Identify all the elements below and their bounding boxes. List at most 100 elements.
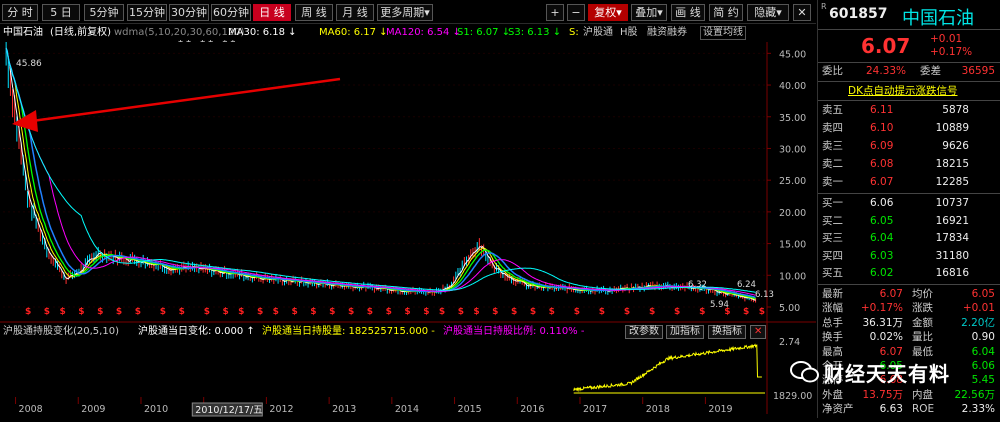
signal-marker: $ bbox=[135, 307, 141, 317]
period-tab-30min[interactable]: 30分钟 bbox=[169, 4, 209, 21]
signal-marker: $ bbox=[238, 307, 244, 317]
settings-ma-button[interactable]: 设置均线 bbox=[700, 26, 746, 40]
price-mark-label: 6.32 bbox=[688, 280, 707, 290]
period-toolbar: 分 时 5 日 5分钟 15分钟 30分钟 60分钟 日 线 周 线 月 线 更… bbox=[0, 0, 816, 24]
zoom-in-button[interactable]: + bbox=[546, 4, 564, 21]
x-tick-label: 2014 bbox=[395, 404, 419, 415]
stat-label: ROE bbox=[912, 403, 935, 416]
ask-price: 6.08 bbox=[870, 158, 894, 170]
close-indicator-icon[interactable]: ✕ bbox=[750, 325, 767, 339]
overlay-button[interactable]: 叠加▾ bbox=[631, 4, 667, 21]
period-tab-5min[interactable]: 5分钟 bbox=[84, 4, 124, 21]
overlay-label: 叠加 bbox=[635, 6, 658, 19]
switch-indicator-button[interactable]: 换指标 bbox=[708, 325, 746, 339]
chart-mode: (日线,前复权) bbox=[50, 27, 111, 38]
adjust-rights-button[interactable]: 复权▾ bbox=[588, 4, 628, 21]
bid-label: 买二 bbox=[822, 214, 843, 227]
signal-marker: $ bbox=[78, 307, 84, 317]
bid-volume: 31180 bbox=[935, 249, 969, 262]
hugu-tab[interactable]: 沪股通 bbox=[583, 26, 613, 40]
ask-row: 卖四 6.10 10889 bbox=[818, 121, 1000, 136]
signal-marker: $ bbox=[386, 307, 392, 317]
signal-marker: $ bbox=[624, 307, 630, 317]
period-tab-5day[interactable]: 5 日 bbox=[42, 4, 80, 21]
x-tick-label: 2017 bbox=[583, 404, 607, 415]
period-tab-daily[interactable]: 日 线 bbox=[253, 4, 291, 21]
bid-row: 买二 6.05 16921 bbox=[818, 214, 1000, 229]
price-change-pct: +0.17% bbox=[930, 46, 973, 58]
bid-price: 6.02 bbox=[870, 267, 894, 279]
zoom-out-button[interactable]: − bbox=[567, 4, 585, 21]
rzrq-tab[interactable]: 融资融券 bbox=[647, 26, 687, 40]
period-tab-monthly[interactable]: 月 线 bbox=[336, 4, 374, 21]
ask-row: 卖五 6.11 5878 bbox=[818, 103, 1000, 118]
add-indicator-button[interactable]: 加指标 bbox=[666, 325, 704, 339]
stat-label: 最新 bbox=[822, 288, 843, 300]
draw-line-button[interactable]: 画 线 bbox=[671, 4, 705, 21]
price-mark-label: 5.94 bbox=[710, 300, 729, 310]
s1-value: S1: 6.07 ↓ bbox=[457, 27, 511, 38]
signal-marker: $ bbox=[759, 307, 765, 317]
x-tick-label: 2013 bbox=[332, 404, 356, 415]
signal-marker: $ bbox=[599, 307, 605, 317]
chevron-down-icon: ▾ bbox=[776, 6, 782, 19]
y-tick-label: 10.00 bbox=[779, 271, 806, 282]
stat-value: 0.02% bbox=[869, 331, 903, 344]
indicator-holdings: 沪股通当日持股量: 182525715.000 - bbox=[262, 326, 435, 337]
stat-value: 2.33% bbox=[961, 403, 995, 416]
main-price-chart[interactable]: $ $ $ $ $ $ $ $ $ $ $ $ $ $ $ $ $ $ $ $ $ $ $ $ $ $ $ $ $ $ $ $ $ $ $ $ $ $6.… bbox=[0, 42, 816, 422]
ask-price: 6.07 bbox=[870, 176, 894, 188]
signal-marker: $ bbox=[574, 307, 580, 317]
stat-row: 涨幅 +0.17% 涨跌 +0.01 bbox=[818, 301, 1000, 316]
webi-label: 委比 bbox=[822, 65, 843, 77]
signal-link[interactable]: DK点自动提示涨跌信号 bbox=[848, 83, 957, 98]
chart-info-line: 中国石油 (日线,前复权) wdma(5,10,20,30,60,120) MA… bbox=[0, 26, 816, 50]
ma60-value: MA60: 6.17 ↓ bbox=[319, 27, 388, 38]
last-price: 6.07 bbox=[861, 34, 911, 58]
signal-marker: $ bbox=[44, 307, 50, 317]
stat-label: 换手 bbox=[822, 331, 843, 344]
signal-marker: $ bbox=[492, 307, 498, 317]
ask-row: 卖三 6.09 9626 bbox=[818, 139, 1000, 154]
period-tab-15min[interactable]: 15分钟 bbox=[127, 4, 167, 21]
stat-value: 13.75万 bbox=[862, 388, 903, 401]
bid-price: 6.05 bbox=[870, 214, 894, 227]
ask-row: 卖一 6.07 12285 bbox=[818, 175, 1000, 190]
period-tab-weekly[interactable]: 周 线 bbox=[295, 4, 333, 21]
signal-marker: $ bbox=[530, 307, 536, 317]
watermark: 财经天天有料 bbox=[790, 354, 990, 390]
indicator-info-row: 沪股通持股变化(20,5,10) 沪股通当日变化: 0.000 ↑ 沪股通当日持… bbox=[0, 325, 770, 339]
price-change: +0.01 bbox=[930, 33, 963, 45]
period-tab-60min[interactable]: 60分钟 bbox=[211, 4, 251, 21]
change-params-button[interactable]: 改参数 bbox=[625, 325, 663, 339]
hgu-tab[interactable]: H股 bbox=[620, 26, 638, 40]
stock-code: 601857 bbox=[829, 6, 888, 22]
close-icon[interactable]: ✕ bbox=[793, 4, 811, 21]
ask-price: 6.11 bbox=[870, 104, 894, 116]
period-tab-fenshi[interactable]: 分 时 bbox=[2, 4, 38, 21]
high-price-label: 45.86 bbox=[16, 59, 42, 69]
x-tick-label: 2008 bbox=[19, 404, 43, 415]
signal-marker: $ bbox=[404, 307, 410, 317]
signal-marker: $ bbox=[743, 307, 749, 317]
period-tab-more[interactable]: 更多周期▾ bbox=[377, 4, 433, 21]
signal-marker: $ bbox=[273, 307, 279, 317]
price-mark-label: 6.24 bbox=[737, 280, 756, 290]
stat-label: 总手 bbox=[822, 316, 843, 329]
signal-marker: $ bbox=[310, 307, 316, 317]
ask-row: 卖二 6.08 18215 bbox=[818, 157, 1000, 172]
signal-marker: $ bbox=[423, 307, 429, 317]
hide-label: 隐藏 bbox=[754, 6, 777, 19]
hide-button[interactable]: 隐藏▾ bbox=[747, 4, 789, 21]
bid-row: 买三 6.04 17834 bbox=[818, 231, 1000, 246]
weicha-value: 36595 bbox=[961, 65, 995, 77]
adjust-rights-label: 复权 bbox=[594, 6, 617, 19]
bid-label: 买五 bbox=[822, 267, 843, 279]
webi-row: 委比 24.33% 委差 36595 bbox=[818, 64, 1000, 79]
ask-label: 卖三 bbox=[822, 140, 843, 152]
y-tick-label: 5.00 bbox=[779, 303, 800, 314]
s3-value: S3: 6.13 ↓ bbox=[508, 27, 562, 38]
simple-mode-button[interactable]: 简 约 bbox=[709, 4, 743, 21]
signal-marker: $ bbox=[649, 307, 655, 317]
stat-value: 2.20亿 bbox=[961, 316, 995, 329]
